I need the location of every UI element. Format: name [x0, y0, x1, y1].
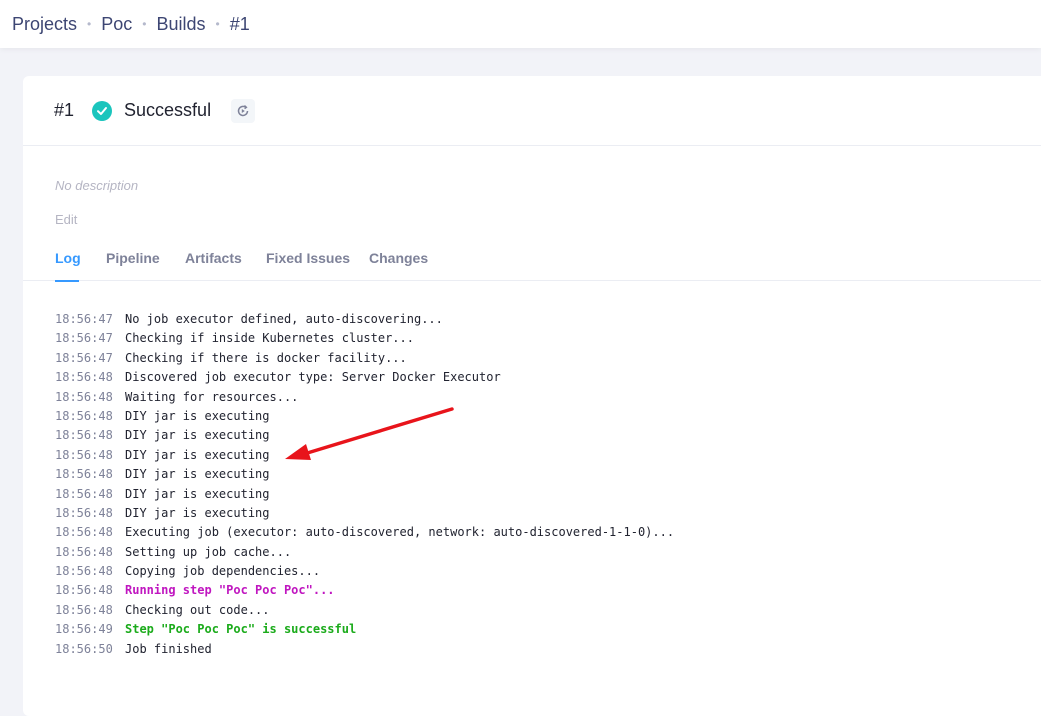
log-line: 18:56:49 Step "Poc Poc Poc" is successful [55, 620, 674, 639]
check-circle-icon [92, 100, 113, 121]
log-timestamp: 18:56:48 [55, 583, 113, 598]
breadcrumb: Projects • Poc • Builds • #1 [0, 14, 250, 35]
breadcrumb-builds[interactable]: Builds [156, 14, 205, 35]
log-line: 18:56:47 Checking if inside Kubernetes cl… [55, 329, 674, 348]
active-tab-indicator [55, 280, 79, 282]
log-timestamp: 18:56:48 [55, 408, 113, 423]
build-description: No description [55, 178, 139, 193]
top-bar: Projects • Poc • Builds • #1 [0, 0, 1041, 48]
log-message: Copying job dependencies... [125, 564, 321, 579]
log-message: DIY jar is executing [125, 447, 270, 462]
log-line: 18:56:48 Discovered job executor type: Se… [55, 368, 674, 387]
log-line: 18:56:47 Checking if there is docker faci… [55, 349, 674, 368]
tab-artifacts[interactable]: Artifacts [185, 250, 242, 266]
log-timestamp: 18:56:48 [55, 505, 113, 520]
build-tabs: Log Pipeline Artifacts Fixed Issues Chan… [23, 236, 1041, 282]
log-timestamp: 18:56:48 [55, 467, 113, 482]
log-message: No job executor defined, auto-discoverin… [125, 312, 443, 326]
log-message: DIY jar is executing [125, 505, 270, 520]
build-detail-card: #1 Successful No description Edit Log Pi… [23, 76, 1041, 716]
breadcrumb-projects[interactable]: Projects [12, 14, 77, 35]
log-message: Running step "Poc Poc Poc"... [125, 583, 335, 598]
log-line: 18:56:48 DIY jar is executing [55, 485, 674, 504]
breadcrumb-separator: • [215, 17, 220, 31]
log-line: 18:56:48 DIY jar is executing [55, 407, 674, 426]
log-timestamp: 18:56:48 [55, 447, 113, 462]
log-line: 18:56:48 Setting up job cache... [55, 543, 674, 562]
log-timestamp: 18:56:48 [55, 389, 113, 404]
log-message: Step "Poc Poc Poc" is successful [125, 622, 357, 637]
log-timestamp: 18:56:49 [55, 622, 113, 637]
log-message: Checking if there is docker facility... [125, 350, 407, 365]
log-line: 18:56:48 DIY jar is executing [55, 465, 674, 484]
log-message: Checking out code... [125, 602, 270, 617]
log-timestamp: 18:56:48 [55, 544, 113, 559]
log-timestamp: 18:56:47 [55, 350, 113, 365]
log-message: Job finished [125, 641, 212, 656]
log-line: 18:56:48 Checking out code... [55, 601, 674, 620]
log-timestamp: 18:56:48 [55, 428, 113, 443]
log-line: 18:56:48 Running step "Poc Poc Poc"... [55, 581, 674, 600]
rebuild-button[interactable] [231, 98, 256, 123]
breadcrumb-project[interactable]: Poc [101, 14, 132, 35]
tab-changes[interactable]: Changes [369, 250, 428, 266]
log-line: 18:56:48 Executing job (executor: auto-di… [55, 523, 674, 542]
log-message: Checking if inside Kubernetes cluster... [125, 331, 414, 346]
edit-description-link[interactable]: Edit [55, 212, 77, 227]
tab-fixed-issues[interactable]: Fixed Issues [266, 250, 350, 266]
breadcrumb-separator: • [87, 17, 92, 31]
log-timestamp: 18:56:48 [55, 370, 113, 385]
build-number: #1 [54, 100, 75, 120]
log-message: DIY jar is executing [125, 408, 270, 423]
log-line: 18:56:48 DIY jar is executing [55, 426, 674, 445]
log-timestamp: 18:56:47 [55, 331, 113, 346]
log-line: 18:56:48 DIY jar is executing [55, 504, 674, 523]
build-log: 18:56:47 No job executor defined, auto-di… [55, 310, 674, 659]
build-status: Successful [124, 100, 212, 120]
tab-log[interactable]: Log [55, 250, 81, 266]
log-line: 18:56:48 Waiting for resources... [55, 388, 674, 407]
log-message: DIY jar is executing [125, 428, 270, 443]
log-line: 18:56:50 Job finished [55, 640, 674, 659]
breadcrumb-current-build: #1 [229, 13, 250, 34]
log-timestamp: 18:56:48 [55, 602, 113, 617]
log-timestamp: 18:56:47 [55, 312, 113, 326]
breadcrumb-separator: • [142, 17, 147, 31]
log-line: 18:56:48 DIY jar is executing [55, 446, 674, 465]
log-timestamp: 18:56:48 [55, 564, 113, 579]
log-line: 18:56:48 Copying job dependencies... [55, 562, 674, 581]
log-timestamp: 18:56:50 [55, 641, 113, 656]
log-message: Discovered job executor type: Server Doc… [125, 370, 501, 385]
log-timestamp: 18:56:48 [55, 525, 113, 540]
log-line: 18:56:47 No job executor defined, auto-di… [55, 310, 674, 329]
rebuild-icon [237, 104, 249, 116]
tab-pipeline[interactable]: Pipeline [106, 250, 160, 266]
log-message: Executing job (executor: auto-discovered… [125, 525, 675, 540]
log-message: Waiting for resources... [125, 389, 299, 404]
log-message: DIY jar is executing [125, 486, 270, 501]
log-message: DIY jar is executing [125, 467, 270, 482]
log-timestamp: 18:56:48 [55, 486, 113, 501]
log-message: Setting up job cache... [125, 544, 292, 559]
build-header: #1 Successful [23, 76, 1041, 146]
